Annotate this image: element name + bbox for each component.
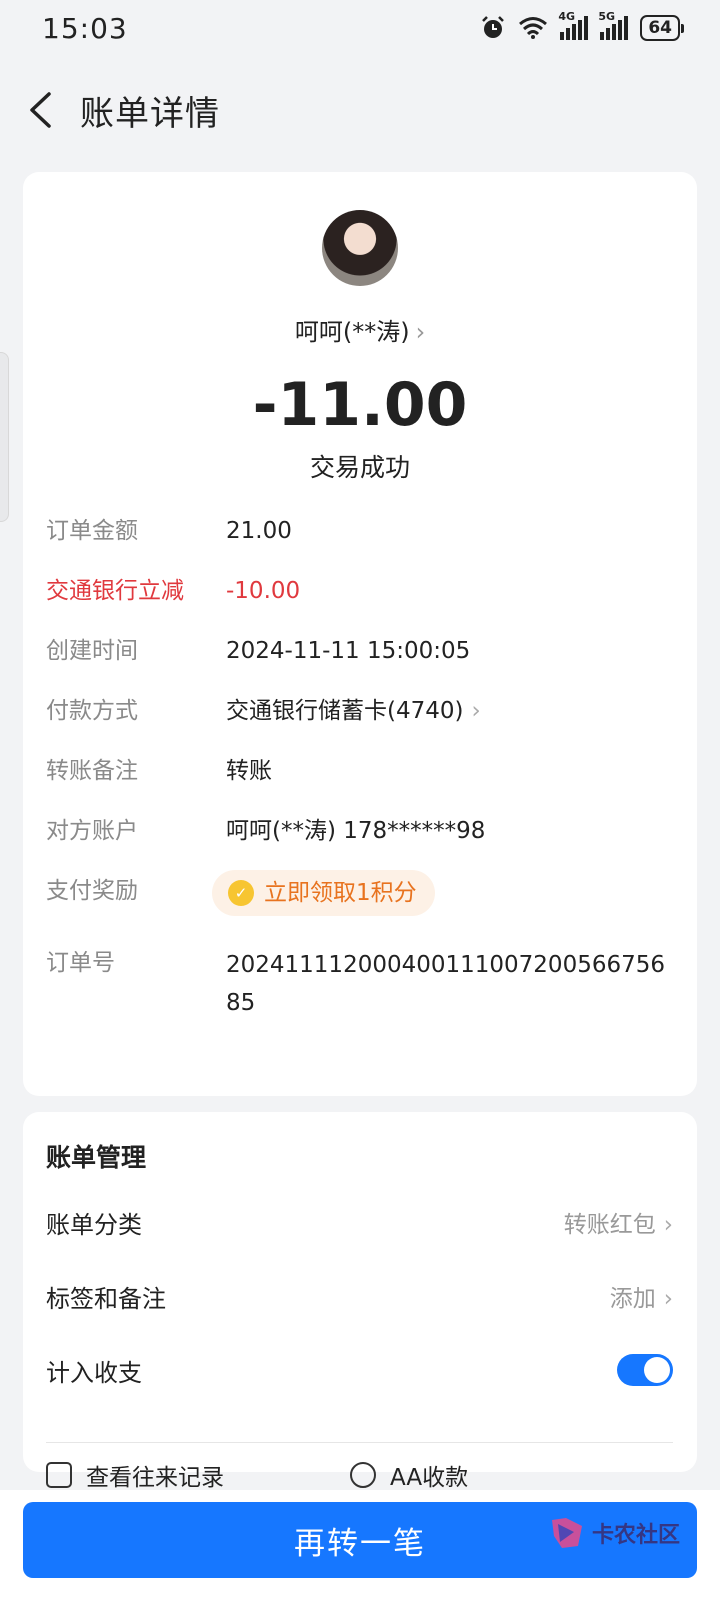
order-number-value: 20241111200040011100720056675685 <box>226 952 665 1016</box>
page-title: 账单详情 <box>80 93 220 134</box>
transaction-card: 呵呵(**涛) › -11.00 交易成功 订单金额 21.00 交通银行立减 -… <box>23 172 697 1096</box>
detail-value: 2024-11-11 15:00:05 <box>226 638 471 664</box>
detail-label: 交通银行立减 <box>46 578 184 604</box>
bill-category-row[interactable]: 账单分类 转账红包 › <box>46 1200 673 1244</box>
tags-notes-value-wrap: 添加 › <box>610 1279 673 1313</box>
transaction-status: 交易成功 <box>309 453 410 482</box>
detail-value: -10.00 <box>226 578 301 604</box>
signal-4g-label: 4G <box>558 10 576 23</box>
bill-management-card: 账单管理 账单分类 转账红包 › 标签和备注 添加 › 计入收支 查看往来记录 AA… <box>23 1112 697 1491</box>
status-bar: 15:03 4G 5G 64 <box>0 0 720 56</box>
detail-value: 交通银行储蓄卡(4740) › <box>226 694 673 728</box>
aa-icon <box>350 1462 376 1488</box>
alarm-icon <box>482 16 505 38</box>
chevron-right-icon: › <box>663 1286 673 1312</box>
bill-category-label: 账单分类 <box>46 1210 142 1239</box>
aa-collect-label: AA收款 <box>390 1465 469 1491</box>
watermark-text: 卡农社区 <box>591 1523 680 1548</box>
wifi-icon <box>519 17 548 39</box>
transfer-again-label: 再转一笔 <box>294 1525 426 1562</box>
side-drawer-handle[interactable] <box>0 352 9 522</box>
payee-name: 呵呵(**涛) <box>294 318 410 346</box>
divider <box>46 1442 673 1443</box>
aa-collect-link[interactable]: AA收款 <box>350 1458 468 1492</box>
view-history-label: 查看往来记录 <box>86 1465 224 1491</box>
chevron-left-icon <box>30 92 51 128</box>
battery-level: 64 <box>648 18 672 38</box>
detail-label: 订单号 <box>46 950 115 976</box>
chevron-right-icon: › <box>663 1212 673 1238</box>
back-button[interactable] <box>4 80 76 140</box>
watermark: 卡农社区 <box>548 1514 680 1552</box>
view-history-link[interactable]: 查看往来记录 <box>46 1458 224 1492</box>
tags-notes-row[interactable]: 标签和备注 添加 › <box>46 1274 673 1318</box>
points-coin-icon: ✓ <box>228 880 254 906</box>
detail-row-reward: 支付奖励 ✓ 立即领取1积分 <box>46 870 673 918</box>
detail-row-discount: 交通银行立减 -10.00 <box>46 574 673 618</box>
chevron-right-icon: › <box>471 698 481 724</box>
payee-name-link[interactable]: 呵呵(**涛) › <box>23 312 697 347</box>
detail-row-order-number: 订单号 20241111200040011100720056675685 <box>46 946 673 1026</box>
transaction-amount: -11.00 <box>252 370 468 440</box>
bottom-action-bar: 再转一笔 卡农社区 <box>0 1490 720 1612</box>
detail-row-payment-method[interactable]: 付款方式 交通银行储蓄卡(4740) › <box>46 694 673 738</box>
include-in-ledger-toggle[interactable] <box>617 1354 673 1386</box>
include-in-ledger-label: 计入收支 <box>46 1358 142 1387</box>
detail-row-counterparty: 对方账户 呵呵(**涛) 178******98 <box>46 814 673 858</box>
bill-category-value-wrap: 转账红包 › <box>564 1205 673 1239</box>
section-title: 账单管理 <box>46 1143 147 1172</box>
detail-row-remark: 转账备注 转账 <box>46 754 673 798</box>
list-icon <box>46 1462 72 1488</box>
detail-label: 支付奖励 <box>46 878 138 904</box>
detail-label: 付款方式 <box>46 698 138 724</box>
tags-notes-value: 添加 <box>609 1286 656 1312</box>
detail-value: ✓ 立即领取1积分 <box>212 870 673 916</box>
claim-points-label: 立即领取1积分 <box>264 880 417 906</box>
tags-notes-label: 标签和备注 <box>46 1284 166 1313</box>
detail-row-created-time: 创建时间 2024-11-11 15:00:05 <box>46 634 673 678</box>
detail-label: 转账备注 <box>46 758 138 784</box>
signal-4g-icon: 4G <box>558 10 589 40</box>
detail-label: 订单金额 <box>46 518 138 544</box>
signal-5g-label: 5G <box>598 10 616 23</box>
detail-row-order-amount: 订单金额 21.00 <box>46 514 673 558</box>
detail-label: 创建时间 <box>46 638 138 664</box>
watermark-logo-icon <box>551 1518 582 1548</box>
signal-5g-icon: 5G <box>598 10 629 40</box>
detail-value: 呵呵(**涛) 178******98 <box>226 818 486 844</box>
nav-bar: 账单详情 <box>0 80 720 140</box>
claim-points-button[interactable]: ✓ 立即领取1积分 <box>212 870 435 916</box>
detail-label: 对方账户 <box>46 818 138 844</box>
detail-value: 21.00 <box>226 518 292 544</box>
battery-icon: 64 <box>640 15 684 41</box>
status-time: 15:03 <box>42 11 128 45</box>
status-icons: 4G 5G 64 <box>480 10 684 41</box>
chevron-right-icon: › <box>415 318 426 346</box>
detail-value: 转账 <box>226 758 272 784</box>
include-in-ledger-row: 计入收支 <box>46 1348 673 1392</box>
payment-method-value: 交通银行储蓄卡(4740) <box>226 698 464 724</box>
avatar[interactable] <box>322 210 398 286</box>
bill-category-value: 转账红包 <box>563 1212 656 1238</box>
